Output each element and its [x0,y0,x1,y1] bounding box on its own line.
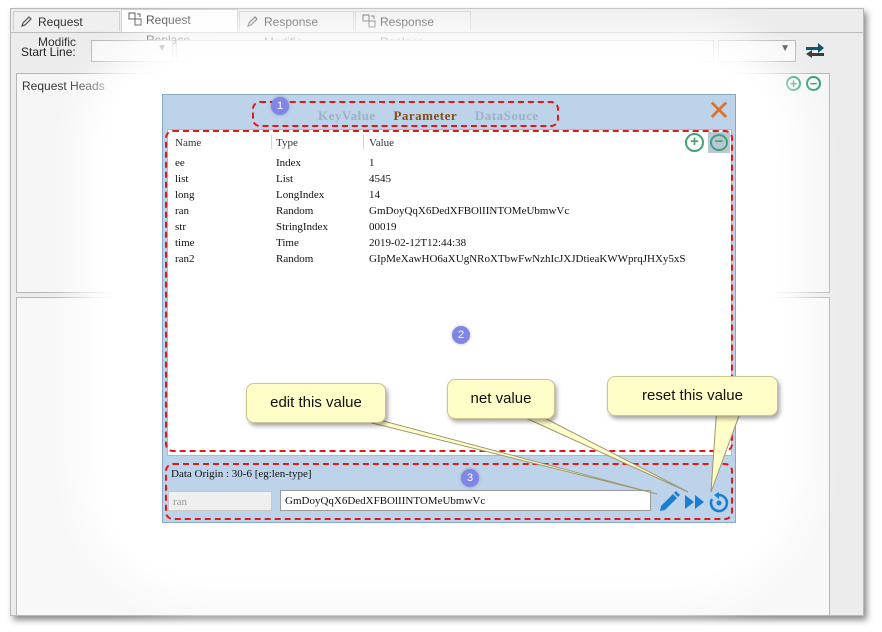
callout-next-value: net value [447,379,555,419]
callout-pointers [351,404,744,495]
callout-reset-value: reset this value [607,376,778,416]
callout-edit-value: edit this value [246,383,386,423]
